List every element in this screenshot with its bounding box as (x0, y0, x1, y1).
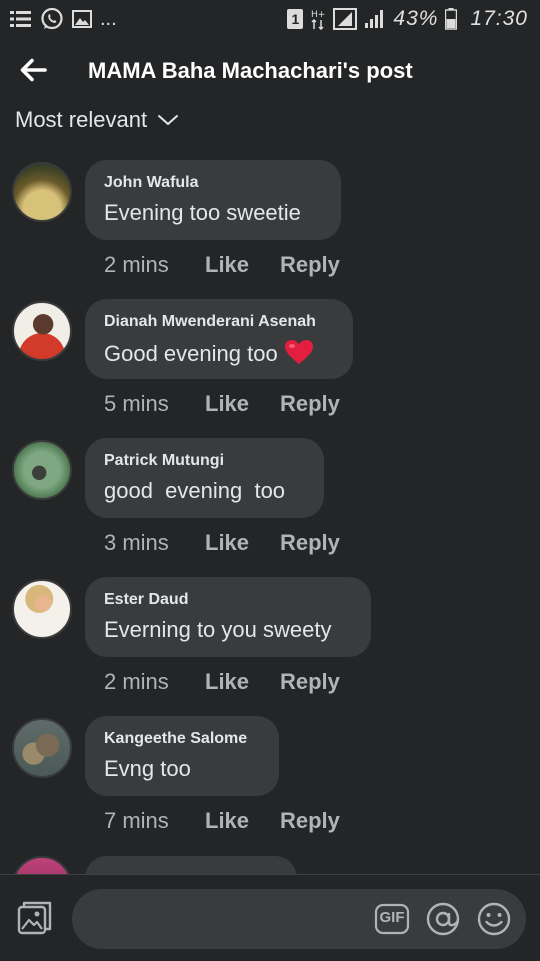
chevron-down-icon (158, 115, 179, 125)
like-button[interactable]: Like (205, 252, 280, 278)
comment-text: Evening too sweetie (104, 200, 301, 225)
battery-icon (445, 8, 458, 30)
comment-actions: 2 mins Like Reply (104, 252, 340, 278)
comment-actions: 3 mins Like Reply (104, 530, 340, 556)
comment-actions: 2 mins Like Reply (104, 669, 340, 695)
comment-time[interactable]: 2 mins (104, 252, 205, 278)
comment-time[interactable]: 7 mins (104, 808, 205, 834)
at-mention-icon (426, 902, 460, 936)
commenter-name[interactable]: Kangeethe Salome (104, 730, 259, 748)
comment-time[interactable]: 3 mins (104, 530, 205, 556)
comment-bubble (85, 856, 297, 874)
svg-text:H+: H+ (311, 10, 325, 20)
commenter-name[interactable]: John Wafula (104, 174, 321, 192)
page-title: MAMA Baha Machachari's post (88, 58, 413, 83)
more-dots-icon: ... (100, 7, 117, 30)
notification-list-icon (10, 11, 31, 27)
comment-text-row: Good evening too (104, 339, 333, 367)
comment-text: good evening too (104, 478, 286, 503)
gallery-icon (72, 10, 92, 28)
smiley-icon (477, 902, 511, 936)
like-button[interactable]: Like (205, 530, 280, 556)
comment-item: Patrick Mutungi good evening too 3 mins … (0, 438, 540, 577)
app-header: MAMA Baha Machachari's post (0, 46, 540, 98)
comment-text: Evng too (104, 756, 191, 781)
sort-label: Most relevant (15, 107, 148, 132)
comment-input[interactable] (88, 889, 372, 951)
red-heart-icon (284, 340, 313, 364)
data-hplus-icon: H+ (311, 10, 326, 30)
reply-button[interactable]: Reply (280, 530, 340, 556)
comment-item-partial (0, 856, 540, 874)
wifi-signal-icon (333, 8, 358, 30)
back-button[interactable] (18, 56, 52, 88)
reply-button[interactable]: Reply (280, 391, 340, 417)
comment-bubble: Patrick Mutungi good evening too (85, 438, 324, 518)
comment-item: Dianah Mwenderani Asenah Good evening to… (0, 299, 540, 438)
comment-actions: 5 mins Like Reply (104, 391, 340, 417)
like-button[interactable]: Like (205, 391, 280, 417)
comment-actions: 7 mins Like Reply (104, 808, 340, 834)
comment-item: John Wafula Evening too sweetie 2 mins L… (0, 160, 540, 299)
mention-button[interactable] (425, 901, 461, 937)
sim-1-icon: 1 (287, 9, 304, 29)
reply-button[interactable]: Reply (280, 252, 340, 278)
avatar[interactable] (12, 579, 72, 639)
comment-item: Kangeethe Salome Evng too 7 mins Like Re… (0, 716, 540, 855)
commenter-name[interactable]: Ester Daud (104, 591, 351, 609)
comment-text: Good evening too (104, 341, 278, 366)
comment-time[interactable]: 5 mins (104, 391, 205, 417)
comment-composer: GIF (0, 874, 540, 961)
sort-dropdown[interactable]: Most relevant (15, 104, 179, 136)
status-bar: ... 1 H+ 43% 17:30 (0, 0, 540, 38)
gif-label: GIF (379, 909, 405, 926)
whatsapp-icon (41, 7, 63, 30)
like-button[interactable]: Like (205, 669, 280, 695)
avatar[interactable] (12, 718, 72, 778)
reply-button[interactable]: Reply (280, 808, 340, 834)
avatar[interactable] (12, 856, 72, 874)
battery-percent: 43% (393, 7, 439, 30)
avatar[interactable] (12, 301, 72, 361)
avatar[interactable] (12, 162, 72, 222)
like-button[interactable]: Like (205, 808, 280, 834)
comment-input-container: GIF (72, 889, 526, 951)
comment-bubble: Dianah Mwenderani Asenah Good evening to… (85, 299, 353, 379)
gif-button[interactable]: GIF (374, 901, 410, 937)
commenter-name[interactable]: Dianah Mwenderani Asenah (104, 313, 333, 331)
photo-icon (17, 901, 52, 935)
comment-bubble: Kangeethe Salome Evng too (85, 716, 279, 796)
cell-signal-icon (365, 10, 384, 28)
avatar[interactable] (12, 440, 72, 500)
emoji-button[interactable] (476, 901, 512, 937)
comment-bubble: Ester Daud Everning to you sweety (85, 577, 371, 657)
clock: 17:30 (470, 7, 528, 30)
comment-time[interactable]: 2 mins (104, 669, 205, 695)
comment-text: Everning to you sweety (104, 617, 332, 642)
comment-bubble: John Wafula Evening too sweetie (85, 160, 341, 240)
back-arrow-icon (20, 58, 47, 82)
comment-item: Ester Daud Everning to you sweety 2 mins… (0, 577, 540, 716)
reply-button[interactable]: Reply (280, 669, 340, 695)
add-photo-button[interactable] (15, 899, 55, 939)
commenter-name[interactable]: Patrick Mutungi (104, 452, 304, 470)
